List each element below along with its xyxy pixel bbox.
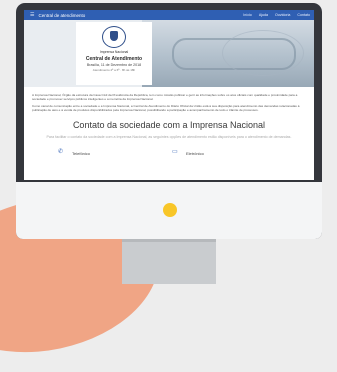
contact-electronic-label: Eletrônico bbox=[186, 151, 204, 156]
hero-photo bbox=[142, 20, 314, 87]
contact-heading: Contato da sociedade com a Imprensa Naci… bbox=[72, 120, 266, 130]
power-led bbox=[163, 203, 177, 217]
app-title: Central de atendimento bbox=[38, 12, 86, 18]
contact-subtext: Para facilitar o contato da sociedade co… bbox=[46, 135, 292, 139]
hero-title: Central de Atendimento bbox=[85, 56, 143, 62]
hero-banner: Imprensa Nacional Central de Atendimento… bbox=[24, 20, 314, 87]
screen: ☰ Central de atendimento Início Ajuda Ou… bbox=[24, 10, 314, 180]
nav-links: Início Ajuda Ouvidoria Contato bbox=[243, 10, 310, 20]
contact-option-electronic[interactable]: ▭ Eletrônico bbox=[172, 148, 286, 156]
hero-meta: Atendimento 2ª a 6ª · 8h às 18h bbox=[92, 68, 136, 72]
hero-date: Brasília, 11 de Dezembro de 2018 bbox=[86, 63, 142, 67]
monitor-stand bbox=[122, 236, 216, 284]
coat-of-arms-icon bbox=[102, 26, 126, 48]
menu-icon[interactable]: ☰ bbox=[30, 12, 34, 18]
nav-link-ouvidoria[interactable]: Ouvidoria bbox=[275, 13, 290, 17]
contact-option-phone[interactable]: ✆ Telefônico bbox=[58, 148, 172, 156]
nav-link-ajuda[interactable]: Ajuda bbox=[259, 13, 268, 17]
intro-section: A Imprensa Nacional, Órgão da estrutura … bbox=[24, 87, 314, 112]
top-navbar: ☰ Central de atendimento Início Ajuda Ou… bbox=[24, 10, 314, 20]
hero-card: Imprensa Nacional Central de Atendimento… bbox=[76, 22, 152, 85]
contact-phone-label: Telefônico bbox=[72, 151, 91, 156]
nav-link-contato[interactable]: Contato bbox=[297, 13, 310, 17]
computer-icon: ▭ bbox=[172, 149, 178, 155]
intro-paragraph-1: A Imprensa Nacional, Órgão da estrutura … bbox=[32, 93, 298, 101]
monitor: ☰ Central de atendimento Início Ajuda Ou… bbox=[16, 3, 322, 239]
monitor-chin bbox=[16, 182, 322, 239]
nav-link-inicio[interactable]: Início bbox=[243, 13, 252, 17]
hero-org: Imprensa Nacional bbox=[99, 50, 129, 54]
intro-paragraph-2: Como canal de comunicação entre a socied… bbox=[32, 104, 300, 112]
phone-icon: ✆ bbox=[58, 149, 64, 155]
contact-options: ✆ Telefônico ▭ Eletrônico bbox=[24, 148, 314, 156]
